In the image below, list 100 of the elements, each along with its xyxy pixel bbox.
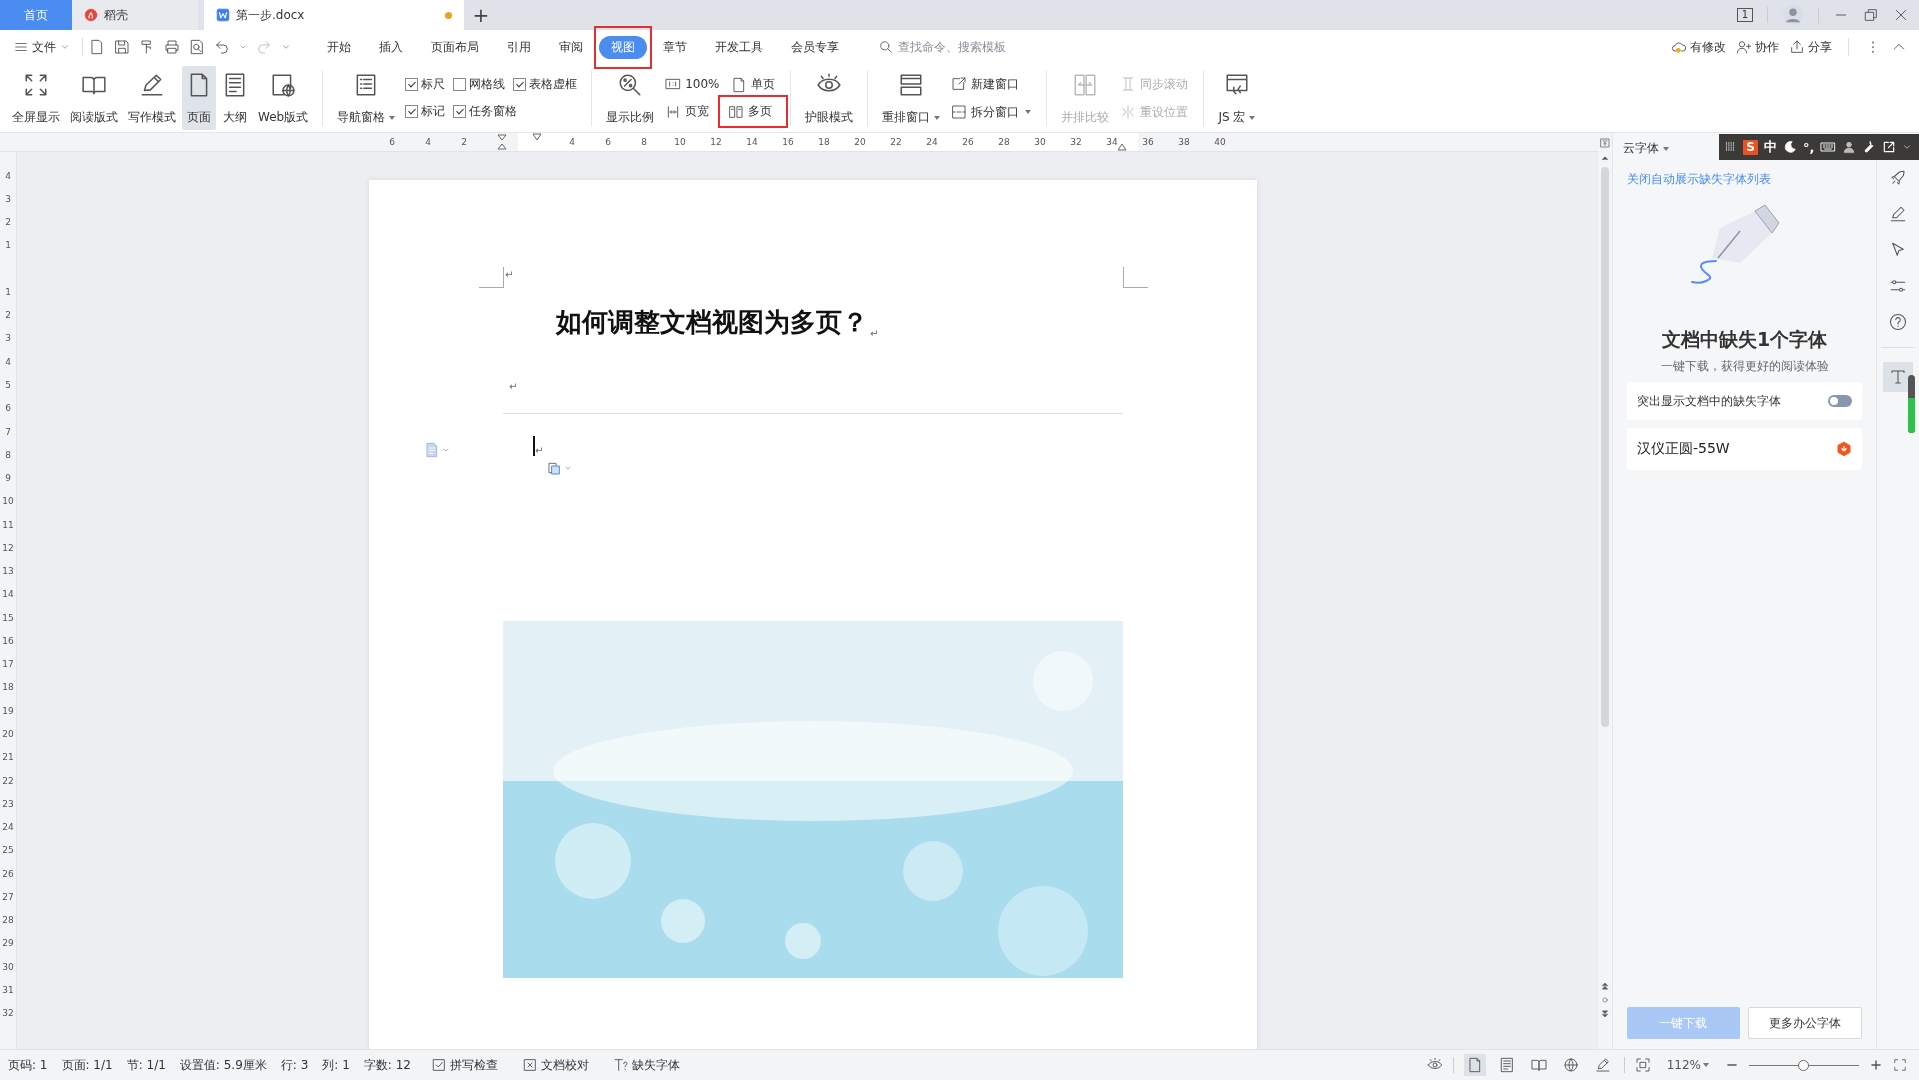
ribbon-button[interactable]: 单页 [728, 74, 779, 95]
ribbon-button[interactable]: 全屏显示 [8, 66, 64, 130]
ribbon-button[interactable]: 导航窗格 [333, 66, 400, 130]
document-tab[interactable]: 第一步.docx [204, 0, 464, 30]
print-icon[interactable] [164, 39, 180, 55]
ribbon-button[interactable]: 显示比例 [602, 66, 659, 130]
window-count[interactable]: 1 [1736, 8, 1753, 22]
side-tool-button[interactable] [1883, 362, 1913, 392]
ribbon-button[interactable]: 重排窗口 [878, 66, 945, 130]
ime-mode[interactable]: 中 [1764, 138, 1777, 156]
fullscreen-icon[interactable] [1893, 1058, 1907, 1072]
paste-icon[interactable] [546, 460, 562, 476]
vertical-scrollbar[interactable] [1598, 133, 1612, 1049]
ruler-number: 18 [1, 681, 15, 695]
menu-tab[interactable]: 开始 [315, 35, 363, 59]
menu-tab[interactable]: 插入 [367, 35, 415, 59]
status-button[interactable]: 拼写检查 [424, 1055, 504, 1075]
checkbox[interactable]: 标尺 [405, 76, 446, 93]
menu-tab[interactable]: 引用 [495, 35, 543, 59]
status-button[interactable]: 缺失字体 [606, 1055, 686, 1075]
checkbox[interactable]: 网格线 [453, 76, 506, 93]
side-tool-button[interactable] [1887, 311, 1909, 333]
caret-icon[interactable] [442, 446, 450, 454]
ruler-number: 20 [1, 728, 15, 741]
restore-icon[interactable] [1863, 7, 1879, 23]
grip-icon[interactable] [1723, 140, 1737, 154]
previous-page-icon[interactable] [1600, 981, 1610, 991]
indent-marker-icon[interactable] [532, 133, 542, 141]
ribbon-button[interactable]: 页面 [182, 66, 216, 130]
preview-icon[interactable] [189, 39, 205, 55]
file-menu[interactable]: 文件 [12, 38, 76, 56]
ribbon-button[interactable]: 多页 [718, 95, 789, 128]
pop-out-icon[interactable] [1882, 140, 1897, 154]
select-browse-icon[interactable] [1600, 995, 1610, 1005]
slider-thumb[interactable] [1798, 1059, 1809, 1071]
font-item[interactable]: 汉仪正圆-55W [1627, 428, 1862, 470]
view-mode-button[interactable] [1463, 1054, 1486, 1076]
search-field[interactable]: 查找命令、搜索模板 [879, 39, 1040, 55]
toolbar-button[interactable]: 分享 [1789, 38, 1832, 56]
ruler-number: 22 [1, 774, 15, 788]
zoom-in-icon[interactable] [1869, 1058, 1883, 1072]
ribbon-button[interactable]: 100% [662, 73, 723, 94]
ruler-number: 10 [1, 495, 15, 509]
status-text: 页面: 1/1 [61, 1056, 113, 1074]
wrench-icon[interactable] [1862, 140, 1877, 154]
checkbox[interactable]: 标记 [405, 103, 446, 120]
ruler-number: 38 [1177, 137, 1191, 147]
ribbon-button[interactable]: 写作模式 [124, 66, 180, 130]
indent-marker-icon[interactable] [497, 134, 507, 150]
scroll-up-icon[interactable] [1600, 153, 1610, 163]
save-icon[interactable] [114, 39, 130, 55]
menu-tab[interactable]: 章节 [651, 35, 699, 59]
pointer-icon [1889, 241, 1907, 259]
caret-icon[interactable] [564, 464, 572, 472]
two-pages-icon [728, 103, 745, 120]
ribbon-button[interactable]: 护眼模式 [801, 66, 858, 130]
vertical-ruler[interactable]: 4 3 2 1 1 2 3 4 5 6 7 8 9 10 11 12 13 14 15 16 17 18 19 20 21 22 23 24 25 26 27 28 29 30 31 32 [0, 152, 17, 1049]
checkbox[interactable]: 任务窗格 [453, 103, 518, 120]
status-button[interactable]: 文档校对 [515, 1055, 595, 1075]
keyboard-icon[interactable] [1820, 139, 1837, 155]
ribbon-button[interactable]: Web版式 [254, 66, 313, 130]
ribbon-button[interactable]: 大纲 [218, 66, 252, 130]
more-fonts-button[interactable]: 更多办公字体 [1747, 1007, 1862, 1039]
moon-icon[interactable] [1783, 140, 1797, 154]
caret-icon[interactable] [1902, 142, 1913, 152]
ribbon-button[interactable]: 拆分窗口 [948, 101, 1035, 123]
ime-logo[interactable]: S [1743, 139, 1758, 155]
stacked-windows-icon [898, 72, 925, 98]
menu-tab[interactable]: 页面布局 [419, 35, 491, 59]
toolbar-button[interactable]: 有修改 [1671, 38, 1726, 56]
ribbon-button[interactable]: JS 宏 [1214, 66, 1260, 130]
scroll-top-icon[interactable] [1599, 137, 1611, 149]
toggle-switch[interactable] [1828, 395, 1852, 407]
scrollbar-thumb[interactable] [1601, 167, 1609, 727]
panel-title-dropdown[interactable]: 云字体 [1623, 133, 1669, 157]
fit-screen-icon[interactable] [1634, 1057, 1651, 1073]
ruler-number: 2 [4, 309, 12, 323]
toolbar-button[interactable]: 协作 [1736, 38, 1779, 56]
status-text: 字数: 12 [363, 1056, 411, 1074]
user-icon[interactable] [1842, 140, 1857, 154]
new-tab-button[interactable]: + [464, 0, 498, 30]
menu-tab[interactable]: 开发工具 [703, 35, 775, 59]
zoom-dropdown[interactable]: 112% [1660, 1057, 1715, 1073]
undo-icon[interactable] [214, 39, 230, 55]
caret-icon[interactable] [239, 43, 247, 51]
next-page-icon[interactable] [1600, 1009, 1610, 1019]
checkbox[interactable]: 表格虚框 [513, 76, 578, 93]
ime-punctuation[interactable]: °, [1803, 139, 1815, 155]
close-icon[interactable] [1893, 7, 1909, 23]
menu-tab[interactable]: 审阅 [547, 35, 595, 59]
store-tab[interactable]: 稻壳 [72, 0, 198, 30]
menu-tab[interactable]: 会员专享 [779, 35, 851, 59]
horizontal-ruler[interactable]: 6 4 2 4 6 8 10 12 14 16 18 20 22 24 26 28 30 32 34 36 38 40 [0, 133, 1598, 152]
ribbon-button[interactable]: 阅读版式 [66, 66, 122, 130]
pencil-icon [139, 72, 165, 98]
ribbon-button[interactable]: 新建窗口 [948, 73, 1035, 95]
ruler-number: 2 [4, 216, 12, 230]
ruler-number: 36 [1141, 137, 1155, 147]
avatar-icon[interactable] [1782, 4, 1804, 26]
new-document-icon[interactable] [89, 39, 105, 55]
